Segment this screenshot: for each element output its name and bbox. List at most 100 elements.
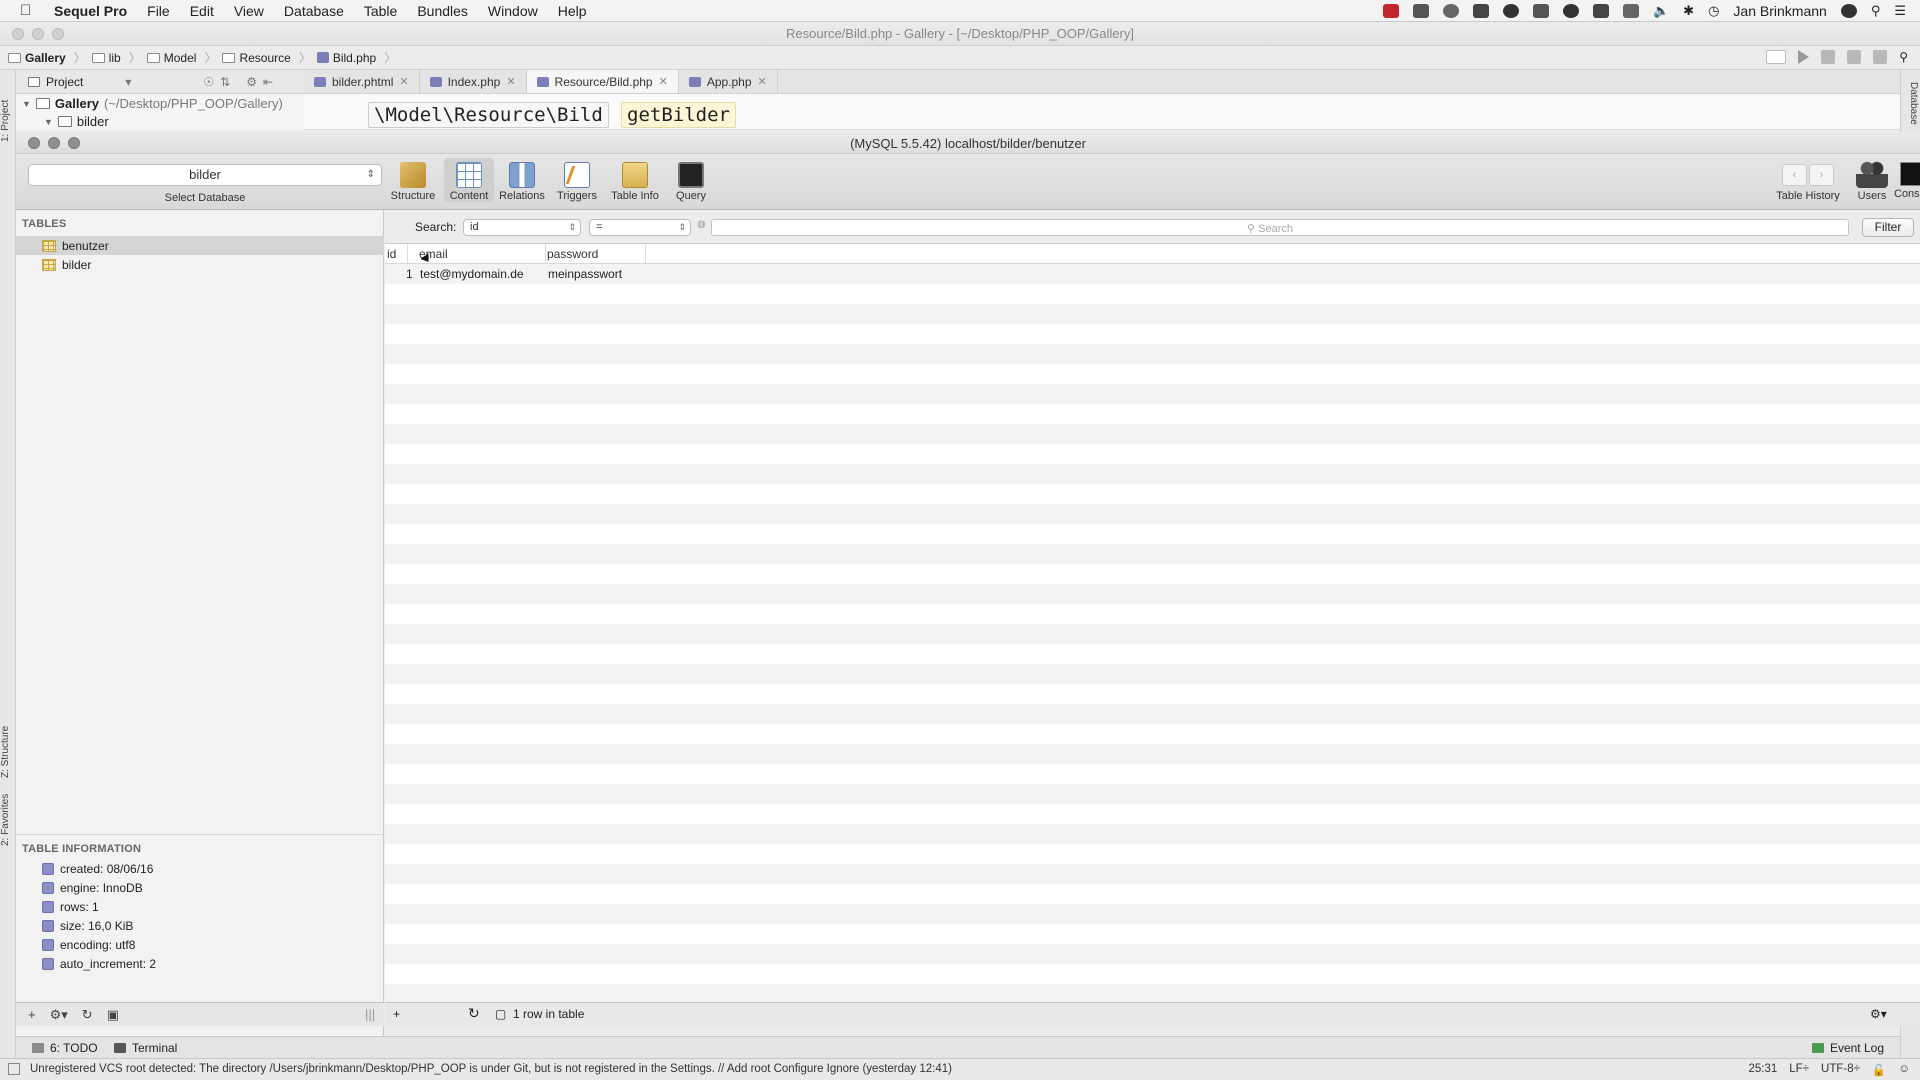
- lock-icon[interactable]: 🔓: [1872, 1063, 1886, 1077]
- tree-item-bilder[interactable]: ▼ bilder: [44, 114, 109, 129]
- breadcrumb-file[interactable]: Bild.php 〉: [316, 49, 396, 66]
- search-everywhere-icon[interactable]: ⚲: [1899, 50, 1908, 64]
- dropbox-icon[interactable]: [1412, 4, 1429, 18]
- pagination-icon[interactable]: ▢: [495, 1007, 506, 1021]
- run-config-dropdown[interactable]: [1766, 50, 1787, 64]
- tab-app-php[interactable]: App.php ✕: [679, 70, 778, 93]
- console-button[interactable]: Console: [1894, 158, 1920, 200]
- filter-operator-select[interactable]: = ⇕: [589, 219, 691, 236]
- chevron-down-icon[interactable]: ▼: [44, 117, 53, 127]
- favorites-tool-tab[interactable]: 2: Favorites: [0, 766, 16, 846]
- column-header-password[interactable]: password: [547, 247, 598, 261]
- tree-item-gallery[interactable]: ▼ Gallery (~/Desktop/PHP_OOP/Gallery): [22, 96, 283, 111]
- search-input[interactable]: ⚲ Search: [711, 219, 1849, 236]
- terminal-tool-tab[interactable]: Terminal: [114, 1041, 177, 1055]
- users-button[interactable]: Users: [1852, 158, 1892, 202]
- menu-bundles[interactable]: Bundles: [417, 3, 468, 19]
- close-icon[interactable]: ✕: [758, 75, 767, 88]
- content-button[interactable]: Content: [444, 158, 494, 202]
- bookmark-icon[interactable]: [1532, 4, 1549, 18]
- back-arrow-icon[interactable]: ‹: [1782, 164, 1807, 186]
- table-item-benutzer[interactable]: benutzer: [16, 236, 384, 255]
- todo-tool-tab[interactable]: 6: TODO: [32, 1041, 98, 1055]
- event-log-tool-tab[interactable]: Event Log: [1811, 1041, 1884, 1055]
- table-info-button[interactable]: Table Info: [607, 158, 663, 202]
- bluetooth-icon[interactable]: ✱: [1683, 3, 1694, 19]
- time-machine-icon[interactable]: ◷: [1708, 3, 1719, 19]
- menu-window[interactable]: Window: [488, 3, 538, 19]
- close-icon[interactable]: ✕: [659, 75, 668, 88]
- headphones-icon[interactable]: [1840, 4, 1857, 18]
- tab-index-php[interactable]: Index.php ✕: [420, 70, 527, 93]
- triggers-button[interactable]: Triggers: [552, 158, 602, 202]
- filter-tables-icon[interactable]: ▣: [107, 1007, 119, 1023]
- close-icon[interactable]: ✕: [506, 75, 515, 88]
- filter-field-select[interactable]: id ⇕: [463, 219, 581, 236]
- tab-resource-bild-php[interactable]: Resource/Bild.php ✕: [526, 70, 679, 93]
- column-divider[interactable]: [545, 244, 546, 264]
- relations-button[interactable]: Relations: [497, 158, 547, 202]
- add-table-icon[interactable]: +: [28, 1007, 36, 1022]
- structure-button[interactable]: Structure: [388, 158, 438, 202]
- menu-help[interactable]: Help: [558, 3, 587, 19]
- notification-center-icon[interactable]: ☰: [1894, 3, 1906, 19]
- breadcrumb-resource[interactable]: Resource 〉: [222, 49, 311, 66]
- collapse-icon[interactable]: ⇅: [220, 75, 230, 89]
- chevron-down-icon[interactable]: ▾: [125, 75, 131, 89]
- menu-file[interactable]: File: [147, 3, 170, 19]
- breadcrumb-model[interactable]: Model 〉: [146, 49, 216, 66]
- hide-panel-icon[interactable]: ⇤: [263, 75, 273, 89]
- inspector-icon[interactable]: ☺: [1898, 1063, 1910, 1077]
- vcs-icon[interactable]: [1873, 50, 1888, 64]
- gear-icon[interactable]: ⚙: [246, 75, 257, 89]
- leaf-icon[interactable]: [1442, 4, 1459, 18]
- filter-button[interactable]: Filter: [1862, 218, 1914, 237]
- add-row-icon[interactable]: +: [393, 1007, 400, 1021]
- column-divider[interactable]: [645, 244, 646, 264]
- run-icon[interactable]: [1798, 50, 1810, 64]
- menu-user-name[interactable]: Jan Brinkmann: [1733, 3, 1826, 19]
- shield-icon[interactable]: [1622, 4, 1639, 18]
- structure-tool-tab[interactable]: Z: Structure: [0, 688, 16, 778]
- menu-view[interactable]: View: [234, 3, 264, 19]
- debug-icon[interactable]: [1821, 50, 1836, 64]
- locate-icon[interactable]: ☉: [203, 75, 214, 89]
- close-icon[interactable]: ✕: [399, 75, 408, 88]
- gear-icon[interactable]: ⚙▾: [50, 1007, 68, 1023]
- breadcrumb-lib[interactable]: lib 〉: [91, 49, 141, 66]
- refresh-icon[interactable]: ↻: [468, 1005, 480, 1022]
- menu-app-name[interactable]: Sequel Pro: [54, 3, 127, 19]
- vcs-status-message[interactable]: Unregistered VCS root detected: The dire…: [30, 1063, 952, 1075]
- table-history-button[interactable]: ‹ › Table History: [1768, 158, 1848, 202]
- code-editor[interactable]: \Model\Resource\Bild getBilder: [304, 94, 1900, 130]
- refresh-icon[interactable]: ↻: [82, 1007, 93, 1023]
- project-view-selector[interactable]: Project: [46, 75, 83, 89]
- database-select[interactable]: bilder ⇕: [28, 164, 382, 186]
- breadcrumb-gallery[interactable]: Gallery 〉: [8, 49, 86, 66]
- spotlight-icon[interactable]: ⚲: [1871, 3, 1881, 19]
- cell-password[interactable]: meinpasswort: [548, 267, 622, 281]
- cell-email[interactable]: test@mydomain.de: [420, 267, 524, 281]
- resize-handle-icon[interactable]: |||: [365, 1007, 375, 1022]
- gear-icon[interactable]: ⚙▾: [1870, 1007, 1887, 1021]
- plus-icon[interactable]: [1472, 4, 1489, 18]
- menu-edit[interactable]: Edit: [190, 3, 214, 19]
- caret-position[interactable]: 25:31: [1749, 1063, 1778, 1077]
- cell-id[interactable]: 1: [406, 267, 413, 281]
- onepassword-icon[interactable]: [1502, 4, 1519, 18]
- evernote-icon[interactable]: [1592, 4, 1609, 18]
- file-encoding[interactable]: UTF-8÷: [1821, 1063, 1860, 1077]
- menu-database[interactable]: Database: [284, 3, 344, 19]
- query-button[interactable]: Query: [666, 158, 716, 202]
- table-row[interactable]: 1 test@mydomain.de meinpasswort: [385, 264, 1920, 284]
- tab-bilder-phtml[interactable]: bilder.phtml ✕: [304, 70, 420, 93]
- coverage-icon[interactable]: [1847, 50, 1862, 64]
- line-separator[interactable]: LF÷: [1789, 1063, 1809, 1077]
- forward-arrow-icon[interactable]: ›: [1809, 164, 1834, 186]
- status-toggle-icon[interactable]: [8, 1063, 20, 1075]
- chevron-down-icon[interactable]: ▼: [22, 99, 31, 109]
- apple-menu-icon[interactable]: : [20, 2, 38, 19]
- record-icon[interactable]: [1382, 4, 1399, 18]
- creative-cloud-icon[interactable]: [1562, 4, 1579, 18]
- project-tool-tab[interactable]: 1: Project: [0, 72, 16, 142]
